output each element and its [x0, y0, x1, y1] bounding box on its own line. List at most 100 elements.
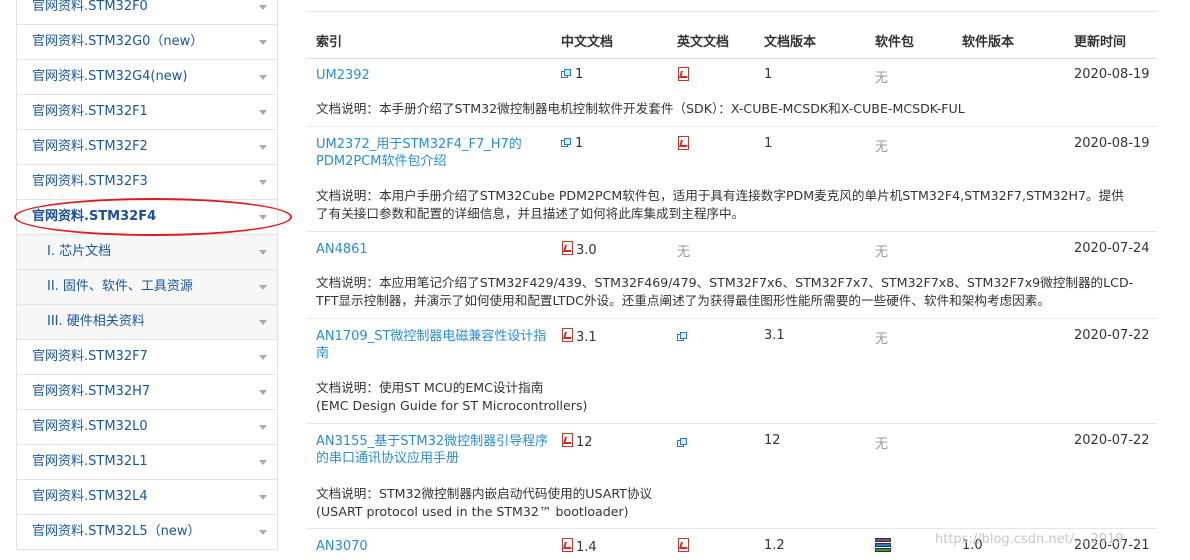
cn-doc-cell[interactable]: 12: [561, 433, 593, 450]
sidebar-item-stm32f1[interactable]: 官网资料.STM32F1: [17, 95, 277, 130]
sidebar-subitem-firmware-tools[interactable]: II. 固件、软件、工具资源: [17, 270, 277, 305]
sidebar-subitem-chip-docs[interactable]: I. 芯片文档: [17, 235, 277, 270]
pdf-icon: [561, 328, 575, 343]
cn-doc-cell[interactable]: 1: [561, 136, 583, 151]
chevron-down-icon: [259, 40, 267, 45]
sidebar-item-label: I. 芯片文档: [47, 244, 112, 259]
doc-index-link[interactable]: AN3070: [316, 538, 368, 555]
pdf-icon: [561, 538, 575, 553]
archive-icon[interactable]: [875, 538, 891, 555]
header-package: 软件包: [875, 35, 915, 50]
sidebar-item-stm32h7[interactable]: 官网资料.STM32H7: [17, 375, 277, 410]
sidebar-item-stm32l5[interactable]: 官网资料.STM32L5（new）: [17, 515, 277, 550]
pdf-icon[interactable]: [677, 538, 692, 555]
cn-doc-version: 3.1: [576, 330, 597, 345]
doc-description: 文档说明：STM32微控制器内嵌启动代码使用的USART协议 (USART pro…: [316, 485, 652, 521]
doc-index-link[interactable]: AN4861: [316, 241, 368, 258]
sidebar-item-label: II. 固件、软件、工具资源: [47, 279, 193, 294]
doc-description: 文档说明：本应用笔记介绍了STM32F429/439、STM32F469/479…: [316, 274, 1133, 310]
cn-doc-version: 1: [575, 67, 584, 82]
cn-doc-version: 3.0: [576, 243, 597, 258]
chevron-down-icon: [259, 530, 267, 535]
chevron-down-icon: [259, 285, 267, 290]
sidebar-item-label: 官网资料.STM32L4: [32, 489, 148, 504]
description-line: 文档说明：本应用笔记介绍了STM32F429/439、STM32F469/479…: [316, 275, 1134, 290]
doc-version: 12: [764, 433, 781, 448]
description-line: TFT显示控制器，并演示了如何使用和配置LTDC外设。还重点阐述了为获得最佳图形…: [316, 293, 1050, 308]
divider: [306, 423, 1156, 424]
sidebar-item-label: III. 硬件相关资料: [47, 314, 145, 329]
sidebar-item-stm32g4[interactable]: 官网资料.STM32G4(new): [17, 60, 277, 95]
chevron-down-icon: [259, 110, 267, 115]
description-line: 文档说明：本手册介绍了STM32微控制器电机控制软件开发套件（SDK）：X-CU…: [316, 101, 965, 116]
updated-date: 2020-08-19: [1074, 67, 1150, 82]
chevron-down-icon: [259, 355, 267, 360]
sidebar-item-label: 官网资料.STM32F1: [32, 104, 148, 119]
sidebar-item-stm32l0[interactable]: 官网资料.STM32L0: [17, 410, 277, 445]
doc-version: 1.2: [764, 538, 785, 553]
sidebar-item-stm32f2[interactable]: 官网资料.STM32F2: [17, 130, 277, 165]
chevron-down-icon: [259, 425, 267, 430]
header-updated: 更新时间: [1074, 35, 1127, 50]
doc-version: 1: [764, 67, 773, 82]
watermark: https://blog.csdn.net/... 2919: [935, 532, 1124, 547]
sidebar-item-stm32g0[interactable]: 官网资料.STM32G0（new）: [17, 25, 277, 60]
header-sw-version: 软件版本: [962, 35, 1015, 50]
pdf-icon[interactable]: [677, 136, 692, 153]
cn-doc-version: 1.4: [576, 540, 597, 555]
cn-doc-cell[interactable]: 3.1: [561, 328, 597, 345]
sidebar-item-label: 官网资料.STM32F7: [32, 349, 148, 364]
sidebar-item-stm32l4[interactable]: 官网资料.STM32L4: [17, 480, 277, 515]
chevron-down-icon: [259, 215, 267, 220]
description-line: (EMC Design Guide for ST Microcontroller…: [316, 398, 588, 413]
divider: [306, 126, 1156, 127]
chevron-down-icon: [259, 460, 267, 465]
en-doc-none: 无: [677, 245, 691, 260]
description-line: 文档说明：本用户手册介绍了STM32Cube PDM2PCM软件包，适用于具有连…: [316, 188, 1124, 203]
package-none: 无: [875, 332, 889, 347]
header-doc-version: 文档版本: [764, 35, 817, 50]
updated-date: 2020-07-24: [1074, 241, 1150, 256]
package-none: 无: [875, 437, 889, 452]
pdf-icon[interactable]: [677, 67, 692, 84]
sidebar-item-stm32f0[interactable]: 官网资料.STM32F0: [17, 0, 277, 25]
sidebar-item-label: 官网资料.STM32L1: [32, 454, 148, 469]
chevron-down-icon: [259, 75, 267, 80]
chevron-down-icon: [259, 180, 267, 185]
sidebar-item-label: 官网资料.STM32F2: [32, 139, 148, 154]
cn-doc-cell[interactable]: 1: [561, 67, 583, 82]
sidebar-item-stm32f3[interactable]: 官网资料.STM32F3: [17, 165, 277, 200]
doc-index-link[interactable]: AN1709_ST微控制器电磁兼容性设计指南: [316, 328, 548, 362]
external-link-icon[interactable]: [677, 436, 691, 451]
sidebar-subitem-hardware[interactable]: III. 硬件相关资料: [17, 305, 277, 340]
sidebar-item-stm32f7[interactable]: 官网资料.STM32F7: [17, 340, 277, 375]
header-cn-doc: 中文文档: [561, 35, 614, 50]
package-none: 无: [875, 71, 889, 86]
cn-doc-cell[interactable]: 1.4: [561, 538, 597, 555]
doc-description: 文档说明：使用ST MCU的EMC设计指南 (EMC Design Guide f…: [316, 379, 587, 415]
description-line: (USART protocol used in the STM32™ bootl…: [316, 504, 629, 519]
sidebar-item-label: 官网资料.STM32F3: [32, 174, 148, 189]
header-index: 索引: [316, 35, 343, 50]
divider: [306, 318, 1156, 319]
description-line: 了有关接口参数和配置的详细信息，并且描述了如何将此库集成到主程序中。: [316, 206, 745, 221]
description-line: 文档说明：STM32微控制器内嵌启动代码使用的USART协议: [316, 486, 653, 501]
cn-doc-version: 12: [576, 435, 593, 450]
external-link-icon[interactable]: [677, 330, 691, 345]
sidebar-item-stm32f4[interactable]: 官网资料.STM32F4: [17, 200, 277, 235]
chevron-down-icon: [259, 5, 267, 10]
package-none: 无: [875, 140, 889, 155]
divider: [306, 231, 1156, 232]
sidebar-item-stm32l1[interactable]: 官网资料.STM32L1: [17, 445, 277, 480]
doc-version: 3.1: [764, 328, 785, 343]
chevron-down-icon: [259, 320, 267, 325]
cn-doc-cell[interactable]: 3.0: [561, 241, 597, 258]
updated-date: 2020-07-22: [1074, 433, 1150, 448]
sidebar-item-label: 官网资料.STM32G4(new): [32, 69, 188, 84]
chevron-down-icon: [259, 145, 267, 150]
chevron-down-icon: [259, 390, 267, 395]
doc-index-link[interactable]: AN3155_基于STM32微控制器引导程序的串口通讯协议应用手册: [316, 433, 552, 467]
pdf-icon: [561, 241, 575, 256]
doc-index-link[interactable]: UM2392: [316, 67, 370, 84]
doc-index-link[interactable]: UM2372_用于STM32F4_F7_H7的PDM2PCM软件包介绍: [316, 136, 536, 170]
